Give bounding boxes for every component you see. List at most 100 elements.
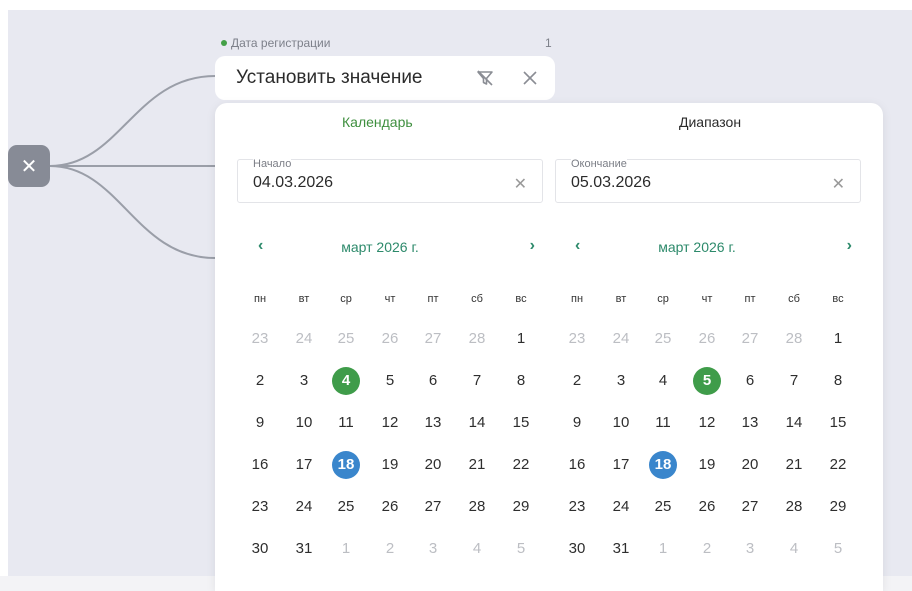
- calendar-day[interactable]: 3: [419, 535, 447, 563]
- calendar-day[interactable]: 15: [824, 409, 852, 437]
- end-date-field[interactable]: Окончание 05.03.2026 ✕: [555, 158, 861, 203]
- calendar-day[interactable]: 1: [332, 535, 360, 563]
- calendar-day[interactable]: 29: [507, 493, 535, 521]
- start-date-field[interactable]: Начало 04.03.2026 ✕: [237, 158, 543, 203]
- calendar-day[interactable]: 27: [736, 325, 764, 353]
- calendar-day[interactable]: 26: [376, 493, 404, 521]
- calendar-day[interactable]: 11: [649, 409, 677, 437]
- calendar-day[interactable]: 27: [419, 325, 447, 353]
- calendar-day[interactable]: 3: [607, 367, 635, 395]
- tab-calendar[interactable]: Календарь: [342, 114, 413, 130]
- calendar-day[interactable]: 27: [419, 493, 447, 521]
- calendar-day[interactable]: 21: [463, 451, 491, 479]
- calendar-day[interactable]: 7: [463, 367, 491, 395]
- calendar-day[interactable]: 31: [290, 535, 318, 563]
- calendar-day[interactable]: 4: [649, 367, 677, 395]
- next-month-button[interactable]: ›: [530, 237, 535, 255]
- selected-day[interactable]: 4: [332, 367, 360, 395]
- clear-start-icon[interactable]: ✕: [514, 174, 527, 194]
- calendar-day[interactable]: 4: [780, 535, 808, 563]
- end-date-value[interactable]: 05.03.2026: [571, 174, 651, 192]
- start-date-value[interactable]: 04.03.2026: [253, 174, 333, 192]
- calendar-day[interactable]: 24: [290, 325, 318, 353]
- calendar-day[interactable]: 10: [607, 409, 635, 437]
- clear-end-icon[interactable]: ✕: [832, 174, 845, 194]
- calendar-day[interactable]: 24: [607, 325, 635, 353]
- calendar-day[interactable]: 1: [507, 325, 535, 353]
- calendar-day[interactable]: 24: [290, 493, 318, 521]
- close-icon[interactable]: [520, 68, 540, 88]
- calendar-day[interactable]: 28: [780, 325, 808, 353]
- calendar-day[interactable]: 29: [824, 493, 852, 521]
- calendar-day[interactable]: 20: [419, 451, 447, 479]
- calendar-day[interactable]: 15: [507, 409, 535, 437]
- calendar-day[interactable]: 28: [780, 493, 808, 521]
- calendar-day[interactable]: 24: [607, 493, 635, 521]
- calendar-day[interactable]: 20: [736, 451, 764, 479]
- calendar-day[interactable]: 10: [290, 409, 318, 437]
- calendar-day[interactable]: 16: [563, 451, 591, 479]
- calendar-day[interactable]: 5: [507, 535, 535, 563]
- calendar-day[interactable]: 2: [246, 367, 274, 395]
- calendar-day[interactable]: 2: [563, 367, 591, 395]
- calendar-day[interactable]: 26: [693, 493, 721, 521]
- calendar-day[interactable]: 25: [332, 325, 360, 353]
- calendar-day[interactable]: 1: [649, 535, 677, 563]
- calendar-day[interactable]: 25: [332, 493, 360, 521]
- calendar-day[interactable]: 12: [693, 409, 721, 437]
- calendar-day[interactable]: 27: [736, 493, 764, 521]
- calendar-day[interactable]: 6: [736, 367, 764, 395]
- month-title[interactable]: март 2026 г.: [542, 239, 852, 255]
- calendar-day[interactable]: 21: [780, 451, 808, 479]
- calendar-day[interactable]: 26: [376, 325, 404, 353]
- calendar-day[interactable]: 14: [780, 409, 808, 437]
- calendar-day[interactable]: 23: [563, 493, 591, 521]
- calendar-day[interactable]: 28: [463, 325, 491, 353]
- calendar-day[interactable]: 1: [824, 325, 852, 353]
- calendar-day[interactable]: 30: [246, 535, 274, 563]
- calendar-day[interactable]: 19: [693, 451, 721, 479]
- calendar-day[interactable]: 2: [376, 535, 404, 563]
- calendar-day[interactable]: 14: [463, 409, 491, 437]
- calendar-day[interactable]: 13: [419, 409, 447, 437]
- calendar-day[interactable]: 8: [824, 367, 852, 395]
- month-title[interactable]: март 2026 г.: [225, 239, 535, 255]
- remove-group-button[interactable]: ✕: [8, 145, 50, 187]
- calendar-day[interactable]: 2: [693, 535, 721, 563]
- calendar-day[interactable]: 17: [607, 451, 635, 479]
- calendar-day[interactable]: 26: [693, 325, 721, 353]
- selected-day[interactable]: 18: [332, 451, 360, 479]
- calendar-day[interactable]: 17: [290, 451, 318, 479]
- calendar-day[interactable]: 22: [824, 451, 852, 479]
- calendar-day[interactable]: 23: [246, 493, 274, 521]
- next-month-button[interactable]: ›: [847, 237, 852, 255]
- calendar-day[interactable]: 8: [507, 367, 535, 395]
- calendar-day[interactable]: 3: [736, 535, 764, 563]
- calendar-day[interactable]: 12: [376, 409, 404, 437]
- calendar-day[interactable]: 22: [507, 451, 535, 479]
- calendar-day[interactable]: 23: [563, 325, 591, 353]
- calendar-day[interactable]: 6: [419, 367, 447, 395]
- calendar-day[interactable]: 5: [824, 535, 852, 563]
- calendar-day[interactable]: 13: [736, 409, 764, 437]
- calendar-day[interactable]: 9: [246, 409, 274, 437]
- calendar-day[interactable]: 19: [376, 451, 404, 479]
- calendar-day[interactable]: 25: [649, 493, 677, 521]
- calendar-day[interactable]: 23: [246, 325, 274, 353]
- selected-day[interactable]: 5: [693, 367, 721, 395]
- tab-range[interactable]: Диапазон: [679, 114, 741, 130]
- calendar-day[interactable]: 4: [463, 535, 491, 563]
- filter-off-icon[interactable]: [475, 68, 495, 88]
- calendar-day[interactable]: 5: [376, 367, 404, 395]
- calendar-day[interactable]: 25: [649, 325, 677, 353]
- calendar-day[interactable]: 7: [780, 367, 808, 395]
- calendar-day[interactable]: 28: [463, 493, 491, 521]
- filter-value-chip[interactable]: Установить значение: [215, 56, 555, 100]
- calendar-day[interactable]: 30: [563, 535, 591, 563]
- selected-day[interactable]: 18: [649, 451, 677, 479]
- calendar-day[interactable]: 9: [563, 409, 591, 437]
- calendar-day[interactable]: 16: [246, 451, 274, 479]
- calendar-day[interactable]: 3: [290, 367, 318, 395]
- calendar-day[interactable]: 11: [332, 409, 360, 437]
- calendar-day[interactable]: 31: [607, 535, 635, 563]
